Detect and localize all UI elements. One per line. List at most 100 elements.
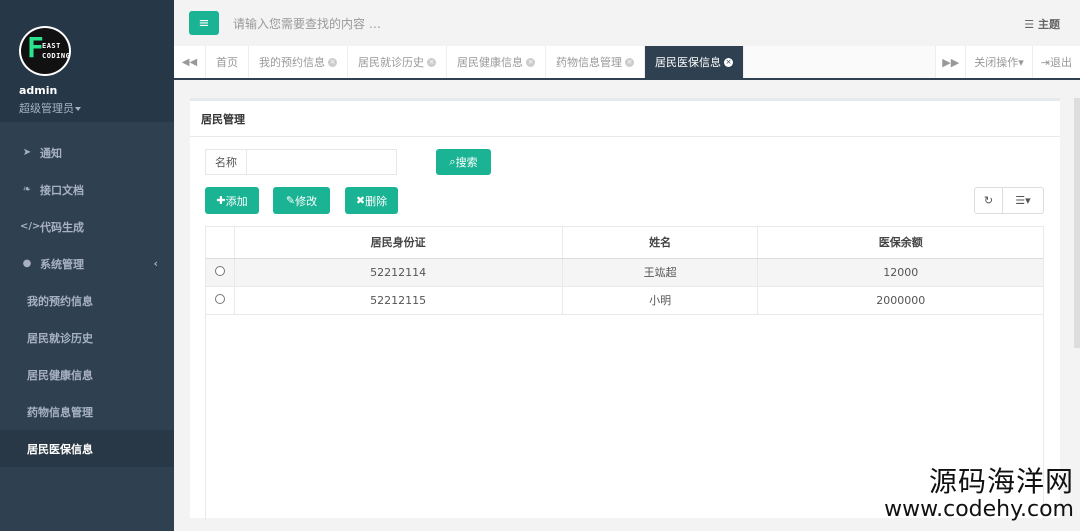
logo-text-top: EAST [42,42,61,50]
nav-item-label: 接口文档 [40,183,84,197]
tabs-scroll-left-button[interactable]: ◀◀ [174,46,206,78]
nav-item-api-docs[interactable]: ❧ 接口文档 [0,171,174,208]
sidebar-item-insurance[interactable]: 居民医保信息 [0,430,174,467]
name-input[interactable] [246,149,397,175]
backward-icon: ◀◀ [181,56,198,68]
tab-label: 居民就诊历史 [358,56,424,69]
cell-id: 52212115 [234,286,563,315]
delete-button-label: 删除 [365,194,388,208]
sign-out-icon: ⇥ [1040,55,1050,69]
tab-visit-history[interactable]: 居民就诊历史 × [348,46,447,78]
sub-item-label: 居民就诊历史 [27,331,93,345]
leaf-icon: ❧ [22,184,32,195]
menu-toggle-button[interactable]: ≡ [189,11,219,35]
watermark: 源码海洋网 www.codehy.com [884,467,1074,523]
tab-label: 药物信息管理 [556,56,622,69]
edit-icon: ✎ [285,194,296,207]
table-toolbar: ↻ ☰▾ [974,187,1044,214]
sidebar: F EAST CODING admin 超级管理员 ➤ 通知 ❧ 接口文档 </… [0,0,174,531]
tab-bar: ◀◀ 首页 我的预约信息 × 居民就诊历史 × 居民健康信息 × 药物信息管理 × 居民… [174,46,1080,80]
logout-button[interactable]: ⇥ 退出 [1031,46,1080,78]
sub-item-label: 居民健康信息 [27,368,93,382]
sidebar-item-drug-info[interactable]: 药物信息管理 [0,393,174,430]
tab-drug-info[interactable]: 药物信息管理 × [546,46,645,78]
cell-name: 小明 [562,286,759,315]
list-icon: ☰▾ [1015,194,1031,207]
table-row[interactable]: 52212114 王竑超 12000 [206,258,1043,287]
hamburger-icon: ≡ [198,15,210,31]
cell-balance: 2000000 [757,286,1043,315]
tab-actions: ▶▶ 关闭操作 ▾ ⇥ 退出 [935,46,1080,78]
cell-name: 王竑超 [562,258,759,287]
sidebar-item-appointments[interactable]: 我的预约信息 [0,282,174,319]
watermark-title: 源码海洋网 [928,465,1074,498]
nav-item-notice[interactable]: ➤ 通知 [0,134,174,171]
close-ops-dropdown[interactable]: 关闭操作 ▾ [965,46,1032,78]
nav-item-label: 代码生成 [40,220,84,234]
column-header-id[interactable]: 居民身份证 [234,227,563,259]
role-label: 超级管理员 [19,102,74,115]
tab-insurance[interactable]: 居民医保信息 × [645,46,744,78]
close-icon[interactable]: × [328,57,337,67]
row-select-cell[interactable] [206,286,235,315]
sidebar-item-health-info[interactable]: 居民健康信息 [0,356,174,393]
tab-label: 居民医保信息 [655,56,721,69]
nav-item-codegen[interactable]: </> 代码生成 [0,208,174,245]
send-icon: ➤ [22,147,32,158]
columns-dropdown[interactable]: ☰▾ [1003,188,1043,213]
row-radio[interactable] [214,265,225,276]
profile-area: F EAST CODING admin 超级管理员 [0,0,174,122]
logo: F EAST CODING [19,26,71,76]
tabs-scroll-right-button[interactable]: ▶▶ [935,46,966,78]
tab-health-info[interactable]: 居民健康信息 × [447,46,546,78]
tab-appointments[interactable]: 我的预约信息 × [249,46,348,78]
nav-item-label: 系统管理 [40,257,84,271]
close-icon[interactable]: × [427,57,436,67]
username: admin [19,84,58,97]
refresh-icon: ↻ [983,194,994,207]
theme-label: 主题 [1038,18,1060,31]
close-icon[interactable]: × [724,57,733,67]
nav-item-system[interactable]: ● 系统管理 ‹ [0,245,174,282]
search-button[interactable]: ⌕ 搜索 [436,149,491,175]
column-header-name[interactable]: 姓名 [562,227,759,259]
content-panel: 居民管理 名称 ⌕ 搜索 ✚ 添加 ✎ 修改 ✖ 删除 ↻ ☰▾ 居民身份证 姓… [190,98,1060,521]
page-scrollbar[interactable] [1074,98,1080,348]
sidebar-item-visit-history[interactable]: 居民就诊历史 [0,319,174,356]
close-icon[interactable]: × [625,57,634,67]
plus-icon: ✚ [216,194,226,207]
sub-item-label: 药物信息管理 [27,405,93,419]
close-icon[interactable]: × [526,57,535,67]
page-title: 居民管理 [190,101,1060,137]
nav-item-label: 通知 [40,146,62,160]
chevron-left-icon: ‹ [153,257,158,270]
tab-label: 我的预约信息 [259,56,325,69]
search-button-label: 搜索 [455,156,478,169]
cell-balance: 12000 [757,258,1043,287]
theme-button[interactable]: ☰ 主题 [1024,16,1060,32]
row-radio[interactable] [214,293,225,304]
row-select-cell[interactable] [206,258,235,287]
user-icon: ● [22,258,32,269]
topbar: ≡ 请输入您需要查找的内容 … ☰ 主题 [174,0,1080,46]
add-button[interactable]: ✚ 添加 [205,187,259,214]
logout-label: 退出 [1050,56,1072,69]
tab-home[interactable]: 首页 [206,46,249,78]
sub-item-label: 我的预约信息 [27,294,93,308]
role-dropdown[interactable]: 超级管理员 [19,100,174,116]
refresh-button[interactable]: ↻ [975,188,1003,213]
logo-text-bottom: CODING [42,52,71,60]
edit-button[interactable]: ✎ 修改 [273,187,330,214]
global-search-input[interactable]: 请输入您需要查找的内容 … [233,15,381,32]
caret-down-icon [75,107,81,111]
list-icon: ☰ [1024,18,1038,31]
tab-list: 首页 我的预约信息 × 居民就诊历史 × 居民健康信息 × 药物信息管理 × 居民医保信… [206,46,744,78]
edit-button-label: 修改 [295,194,318,208]
forward-icon: ▶▶ [942,55,960,69]
delete-button[interactable]: ✖ 删除 [345,187,398,214]
name-label: 名称 [205,149,247,175]
column-header-balance[interactable]: 医保余额 [757,227,1043,259]
table-row[interactable]: 52212115 小明 2000000 [206,286,1043,315]
tab-label: 居民健康信息 [457,56,523,69]
close-ops-label: 关闭操作 [974,56,1019,69]
